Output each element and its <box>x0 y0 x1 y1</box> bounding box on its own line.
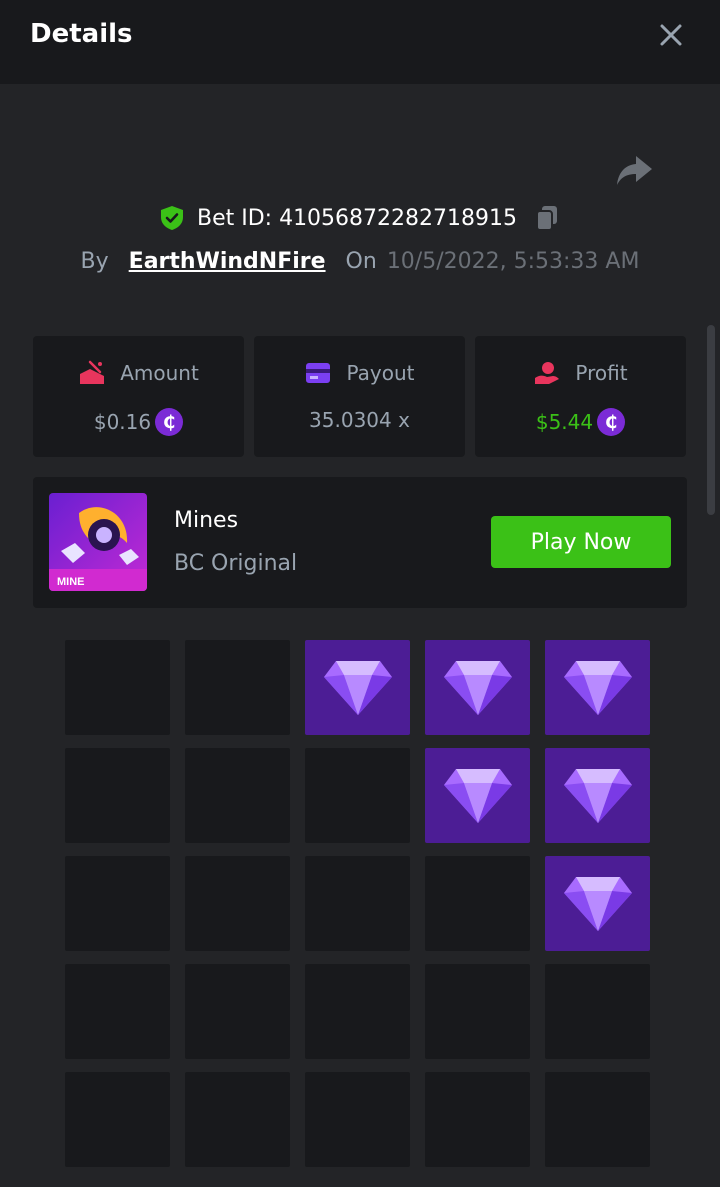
gem-tile[interactable] <box>305 640 410 735</box>
empty-tile[interactable] <box>425 856 530 951</box>
share-icon[interactable] <box>614 150 654 190</box>
empty-tile[interactable] <box>65 748 170 843</box>
play-now-button[interactable]: Play Now <box>491 516 671 568</box>
empty-tile[interactable] <box>305 964 410 1059</box>
empty-tile[interactable] <box>425 1072 530 1167</box>
empty-tile[interactable] <box>305 856 410 951</box>
bet-id: Bet ID: 41056872282718915 <box>196 205 518 231</box>
header-title: Details <box>30 19 133 49</box>
gem-icon <box>443 660 512 715</box>
amount-value: $0.16 <box>93 410 152 434</box>
gem-tile[interactable] <box>425 748 530 843</box>
empty-tile[interactable] <box>65 1072 170 1167</box>
empty-tile[interactable] <box>185 1072 290 1167</box>
empty-tile[interactable] <box>65 640 170 735</box>
game-subtitle: BC Original <box>174 551 298 576</box>
on-label: On <box>345 248 377 274</box>
bet-datetime: 10/5/2022, 5:53:33 AM <box>386 248 640 274</box>
game-thumbnail[interactable]: MINE <box>49 493 147 591</box>
gem-icon <box>563 876 632 931</box>
gem-tile[interactable] <box>545 856 650 951</box>
empty-tile[interactable] <box>305 1072 410 1167</box>
gem-tile[interactable] <box>545 748 650 843</box>
empty-tile[interactable] <box>185 640 290 735</box>
shield-check-icon <box>160 206 183 230</box>
close-icon[interactable] <box>652 16 690 54</box>
empty-tile[interactable] <box>185 856 290 951</box>
empty-tile[interactable] <box>65 964 170 1059</box>
card-icon <box>306 363 331 383</box>
username-link[interactable]: EarthWindNFire <box>129 249 326 274</box>
empty-tile[interactable] <box>425 964 530 1059</box>
scrollbar[interactable] <box>707 325 715 515</box>
header: Details <box>0 0 720 84</box>
amount-card: Amount $0.16 ₵ <box>33 336 244 457</box>
by-label: By <box>80 248 109 274</box>
wager-icon <box>80 360 105 384</box>
profit-label: Profit <box>575 361 628 385</box>
hand-profit-icon <box>535 362 560 384</box>
game-card: MINE Mines BC Original Play Now <box>33 477 687 608</box>
gem-icon <box>563 660 632 715</box>
payout-card: Payout 35.0304 x <box>254 336 465 457</box>
empty-tile[interactable] <box>65 856 170 951</box>
payout-label: Payout <box>346 361 415 385</box>
coin-icon: ₵ <box>597 408 626 436</box>
gem-tile[interactable] <box>425 640 530 735</box>
copy-icon[interactable] <box>533 204 561 232</box>
coin-icon: ₵ <box>155 408 184 436</box>
gem-icon <box>323 660 392 715</box>
empty-tile[interactable] <box>545 964 650 1059</box>
gem-icon <box>563 768 632 823</box>
empty-tile[interactable] <box>545 1072 650 1167</box>
mines-board <box>65 640 650 1167</box>
author-row: By EarthWindNFire On 10/5/2022, 5:53:33 … <box>0 244 720 278</box>
amount-label: Amount <box>120 361 199 385</box>
empty-tile[interactable] <box>305 748 410 843</box>
profit-card: Profit $5.44 ₵ <box>475 336 686 457</box>
game-name: Mines <box>174 508 239 533</box>
empty-tile[interactable] <box>185 748 290 843</box>
bet-id-row: Bet ID: 41056872282718915 <box>0 201 720 235</box>
gem-icon <box>443 768 512 823</box>
gem-tile[interactable] <box>545 640 650 735</box>
empty-tile[interactable] <box>185 964 290 1059</box>
payout-value: 35.0304 x <box>309 408 410 432</box>
profit-value: $5.44 <box>535 410 594 434</box>
thumb-label: MINE <box>57 576 85 588</box>
